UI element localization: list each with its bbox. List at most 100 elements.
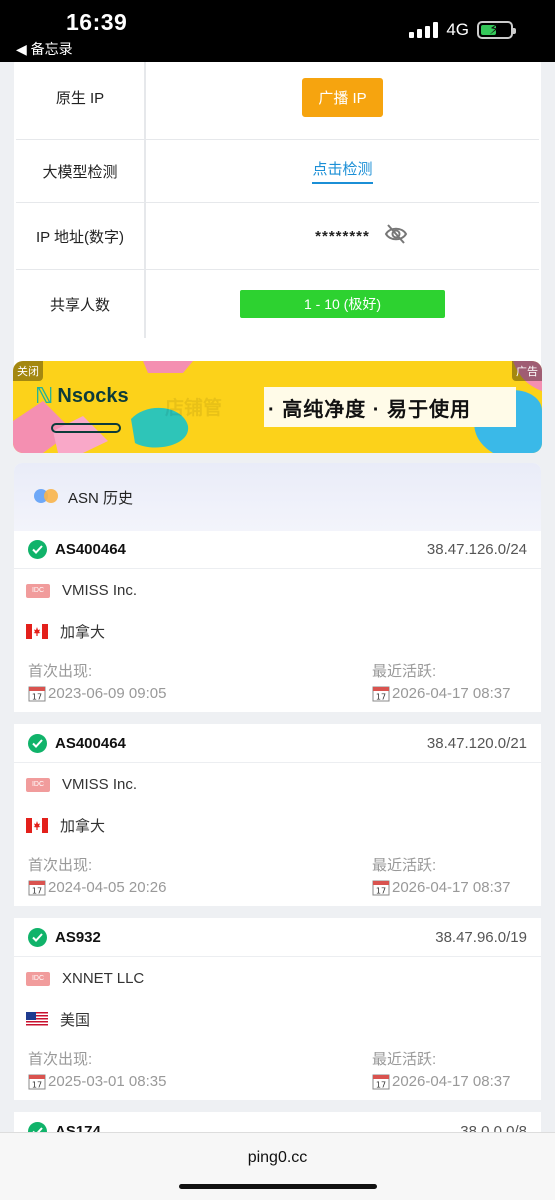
asn-entry: AS932 38.47.96.0/19 IDC XNNET LLC 美国 首次出… <box>14 919 541 1104</box>
network-type: 4G <box>446 20 469 39</box>
asn-entry: AS174 38.0.0.0/8 <box>14 1113 541 1132</box>
first-seen-date: 17 2023-06-09 09:05 <box>28 684 166 702</box>
asn-entry: AS400464 38.47.120.0/21 IDC VMISS Inc. 加… <box>14 725 541 910</box>
last-active-date: 17 2026-04-17 08:37 <box>372 878 510 896</box>
asn-entry-header: AS400464 38.47.120.0/21 <box>14 725 541 763</box>
page-content[interactable]: 原生 IP 广播 IP 大模型检测 点击检测 IP 地址(数字) *******… <box>0 62 555 1132</box>
row-value-cell: 点击检测 <box>146 140 539 202</box>
org-row: IDC VMISS Inc. <box>26 582 137 599</box>
last-active-date: 17 2026-04-17 08:37 <box>372 684 510 702</box>
svg-text:17: 17 <box>32 887 42 896</box>
calendar-icon: 17 <box>372 880 390 896</box>
first-seen-date: 17 2025-03-01 08:35 <box>28 1072 166 1090</box>
asn-number[interactable]: AS932 <box>55 929 435 946</box>
cellular-signal-icon <box>409 22 439 38</box>
svg-text:17: 17 <box>32 693 42 702</box>
ad-label: 广告 <box>512 361 542 381</box>
ad-brand: ℕ Nsocks <box>35 383 129 409</box>
first-seen-label: 首次出现: <box>28 663 93 680</box>
ip-prefix[interactable]: 38.47.126.0/24 <box>427 541 527 558</box>
check-circle-icon <box>28 1122 47 1132</box>
broadcast-ip-button[interactable]: 广播 IP <box>302 78 383 117</box>
idc-badge: IDC <box>26 971 50 986</box>
browser-url[interactable]: ping0.cc <box>0 1149 555 1167</box>
last-active-label: 最近活跃: <box>372 857 437 874</box>
asn-history-card: ASN 历史 AS400464 38.47.126.0/24 IDC VMISS… <box>14 463 541 1132</box>
idc-badge: IDC <box>26 777 50 792</box>
svg-text:17: 17 <box>376 1081 386 1090</box>
row-label: 共享人数 <box>16 270 146 338</box>
asn-entry-header: AS932 38.47.96.0/19 <box>14 919 541 957</box>
asn-history-title: ASN 历史 <box>68 489 134 507</box>
org-name: XNNET LLC <box>62 970 145 987</box>
last-active-value: 2026-04-17 08:37 <box>392 684 511 702</box>
org-row: IDC VMISS Inc. <box>26 776 137 793</box>
ad-banner[interactable]: 关闭 广告 ℕ Nsocks 店铺管 · 高纯净度 · 易于使用 <box>13 361 542 453</box>
calendar-icon: 17 <box>372 1074 390 1090</box>
row-ip-numeric: IP 地址(数字) ******** <box>16 203 539 270</box>
eye-slash-icon[interactable] <box>384 223 408 250</box>
last-active-value: 2026-04-17 08:37 <box>392 878 511 896</box>
row-label: IP 地址(数字) <box>16 203 146 269</box>
asn-number[interactable]: AS400464 <box>55 541 427 558</box>
asn-number[interactable]: AS174 <box>55 1123 460 1132</box>
entry-divider <box>14 1100 541 1112</box>
check-circle-icon <box>28 540 47 559</box>
check-circle-icon <box>28 928 47 947</box>
last-active-value: 2026-04-17 08:37 <box>392 1072 511 1090</box>
row-shared-users: 共享人数 1 - 10 (极好) <box>16 270 539 338</box>
entry-divider <box>14 906 541 918</box>
first-seen-value: 2023-06-09 09:05 <box>48 684 167 702</box>
asn-history-header: ASN 历史 <box>14 463 541 531</box>
asn-entry-header: AS174 38.0.0.0/8 <box>14 1113 541 1132</box>
first-seen-date: 17 2024-04-05 20:26 <box>28 878 166 896</box>
ad-slogan: · 高纯净度 · 易于使用 <box>268 398 471 421</box>
first-seen-value: 2024-04-05 20:26 <box>48 878 167 896</box>
ad-close-button[interactable]: 关闭 <box>13 361 43 381</box>
first-seen-label: 首次出现: <box>28 857 93 874</box>
asn-entry: AS400464 38.47.126.0/24 IDC VMISS Inc. 加… <box>14 531 541 716</box>
ad-decorative-bar <box>51 423 121 433</box>
org-name: VMISS Inc. <box>62 582 138 599</box>
country-name: 加拿大 <box>60 818 106 835</box>
row-value-cell: 广播 IP <box>146 62 539 139</box>
canada-flag-icon <box>26 624 48 639</box>
ip-prefix[interactable]: 38.0.0.0/8 <box>460 1123 527 1132</box>
ip-prefix[interactable]: 38.47.120.0/21 <box>427 735 527 752</box>
org-name: VMISS Inc. <box>62 776 138 793</box>
last-active-date: 17 2026-04-17 08:37 <box>372 1072 510 1090</box>
row-llm-detect: 大模型检测 点击检测 <box>16 140 539 203</box>
calendar-icon: 17 <box>28 686 46 702</box>
ad-brand-name: Nsocks <box>57 384 129 407</box>
shared-users-badge: 1 - 10 (极好) <box>240 290 445 318</box>
country-row: 加拿大 <box>26 815 105 836</box>
back-to-notes-link[interactable]: ◀ 备忘录 <box>16 39 73 59</box>
country-row: 加拿大 <box>26 621 105 642</box>
asn-number[interactable]: AS400464 <box>55 735 427 752</box>
calendar-icon: 17 <box>28 880 46 896</box>
row-label: 大模型检测 <box>16 140 146 202</box>
ad-shop-watermark: 店铺管 <box>165 398 223 419</box>
ip-info-table: 原生 IP 广播 IP 大模型检测 点击检测 IP 地址(数字) *******… <box>14 62 541 406</box>
svg-text:17: 17 <box>376 887 386 896</box>
status-indicators: 4G ⚡ <box>409 20 516 40</box>
last-active-label: 最近活跃: <box>372 1051 437 1068</box>
row-value-cell: 1 - 10 (极好) <box>146 270 539 338</box>
click-detect-link[interactable]: 点击检测 <box>312 158 373 184</box>
asn-entry-header: AS400464 38.47.126.0/24 <box>14 531 541 569</box>
canada-flag-icon <box>26 818 48 833</box>
check-circle-icon <box>28 734 47 753</box>
ad-slogan-box: · 高纯净度 · 易于使用 <box>264 387 516 427</box>
browser-address-bar[interactable]: ping0.cc <box>0 1132 555 1200</box>
country-name: 加拿大 <box>60 624 106 641</box>
entry-divider <box>14 712 541 724</box>
country-name: 美国 <box>60 1012 91 1029</box>
ip-prefix[interactable]: 38.47.96.0/19 <box>435 929 527 946</box>
svg-text:17: 17 <box>32 1081 42 1090</box>
row-native-ip: 原生 IP 广播 IP <box>16 62 539 140</box>
svg-text:17: 17 <box>376 693 386 702</box>
home-indicator[interactable] <box>179 1184 377 1189</box>
masked-ip-value: ******** <box>315 227 370 245</box>
usa-flag-icon <box>26 1012 48 1027</box>
battery-charging-icon: ⚡ <box>477 21 516 39</box>
